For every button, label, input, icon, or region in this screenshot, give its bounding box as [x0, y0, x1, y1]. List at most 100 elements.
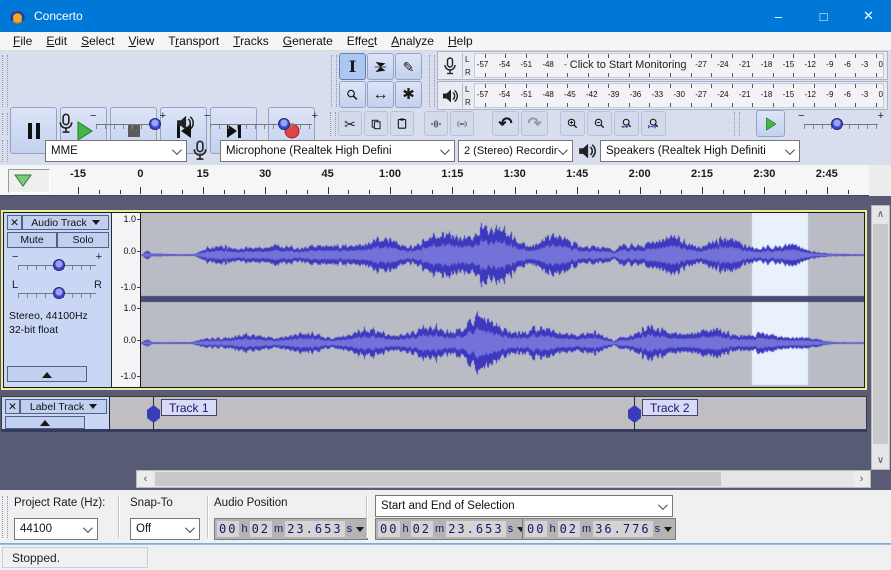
device-toolbar-grip[interactable] [2, 140, 8, 162]
tools-toolbar-grip[interactable] [331, 55, 337, 107]
copy-button[interactable] [364, 111, 388, 136]
time-digits[interactable]: 02 [410, 521, 434, 537]
vertical-scrollbar[interactable]: ∧ ∨ [871, 205, 890, 470]
zoom-in-button[interactable] [560, 111, 585, 136]
silence-audio-button[interactable] [450, 111, 474, 136]
zoom-to-selection-button[interactable] [614, 111, 639, 136]
edit-toolbar-grip[interactable] [330, 112, 336, 136]
solo-button[interactable]: Solo [57, 232, 109, 248]
zoom-tool-button[interactable] [339, 81, 366, 108]
label-text[interactable]: Track 2 [642, 399, 698, 416]
time-digits[interactable]: 02 [557, 521, 581, 537]
envelope-tool-button[interactable] [367, 53, 394, 80]
time-digits[interactable]: 36.776 [593, 521, 653, 537]
mute-button[interactable]: Mute [7, 232, 57, 248]
playback-meter[interactable]: LR -57 -54 -51 -48 -45 -42 -39 -36 -33 -30 -27 -24-… [437, 81, 888, 110]
selection-tool-button[interactable]: I [339, 53, 366, 80]
cut-button[interactable]: ✂ [338, 111, 362, 136]
scroll-right-button[interactable]: › [853, 471, 870, 487]
time-digits[interactable]: 02 [249, 521, 273, 537]
recording-channels-combo[interactable]: 2 (Stereo) Recording Channels [458, 140, 573, 162]
label-track[interactable]: ✕ Label Track Track 1 Track 2 [1, 396, 867, 432]
menu-edit[interactable]: Edit [39, 32, 74, 50]
time-digits[interactable]: 00 [525, 521, 548, 537]
selection-mode-combo[interactable]: Start and End of Selection [375, 495, 673, 517]
playback-volume-slider[interactable]: − + [204, 110, 318, 135]
selection-end-field[interactable]: 00 h 02 m 36.776 s [522, 518, 677, 540]
menu-generate[interactable]: Generate [276, 32, 340, 50]
label-text[interactable]: Track 1 [161, 399, 217, 416]
vertical-scroll-thumb[interactable] [873, 224, 888, 444]
timeline-ruler[interactable]: -15 0 15 30 45 1:00 1:15 1:30 1:45 2:00 2:15 2:30 2:… [0, 165, 891, 360]
undo-button[interactable]: ↶ [492, 111, 519, 136]
menu-file[interactable]: File [6, 32, 39, 50]
waveform-display[interactable] [141, 213, 864, 387]
label-marker-icon[interactable] [147, 405, 160, 423]
snap-to-combo[interactable]: Off [130, 518, 200, 540]
time-dropdown-icon[interactable] [356, 526, 365, 536]
fit-project-button[interactable] [641, 111, 666, 136]
recording-volume-slider[interactable]: − + [90, 110, 166, 135]
draw-tool-button[interactable]: ✎ [395, 53, 422, 80]
audio-position-field[interactable]: 00 h 02 m 23.653 s [214, 518, 369, 540]
horizontal-scroll-thumb[interactable] [155, 472, 721, 486]
playback-meter-scale[interactable]: -57 -54 -51 -48 -45 -42 -39 -36 -33 -30 -27 -24 -21-… [473, 83, 884, 108]
time-digits[interactable]: 23.653 [446, 521, 506, 537]
redo-button[interactable]: ↷ [521, 111, 548, 136]
audio-host-combo[interactable]: MME [45, 140, 187, 162]
recording-meter[interactable]: LR -57-54-51-48-45-42-39-36-33-30-27-24-… [437, 51, 888, 80]
multi-tool-button[interactable]: ✱ [395, 81, 422, 108]
horizontal-scrollbar[interactable]: ‹ › [136, 470, 871, 488]
close-button[interactable]: ✕ [846, 0, 891, 32]
zoom-out-button[interactable] [587, 111, 612, 136]
selection-start-field[interactable]: 00 h 02 m 23.653 s [375, 518, 530, 540]
menu-effect[interactable]: Effect [340, 32, 384, 50]
menu-analyze[interactable]: Analyze [384, 32, 441, 50]
trim-audio-button[interactable] [424, 111, 448, 136]
pinned-playhead-box[interactable] [8, 169, 50, 193]
playback-device-combo[interactable]: Speakers (Realtek High Definiti [600, 140, 800, 162]
meter-tick [649, 54, 651, 58]
label-marker-icon[interactable] [628, 405, 641, 423]
menu-tracks[interactable]: Tracks [226, 32, 276, 50]
scroll-left-button[interactable]: ‹ [137, 471, 154, 487]
collapse-track-button[interactable] [7, 366, 87, 382]
selection-toolbar-grip[interactable] [2, 496, 8, 538]
time-digits[interactable]: 00 [378, 521, 401, 537]
menu-view[interactable]: View [121, 32, 161, 50]
recording-device-combo[interactable]: Microphone (Realtek High Defini [220, 140, 455, 162]
project-rate-combo[interactable]: 44100 [14, 518, 98, 540]
monitoring-overlay-text[interactable]: Click to Start Monitoring [566, 59, 690, 71]
meter-scale-value: -45 [564, 90, 576, 99]
play-speed-slider[interactable]: − + [798, 110, 884, 135]
close-track-button[interactable]: ✕ [7, 215, 22, 230]
menu-transport[interactable]: Transport [161, 32, 226, 50]
scroll-up-button[interactable]: ∧ [872, 206, 889, 223]
gain-slider[interactable]: − + [12, 251, 102, 276]
recording-meter-scale[interactable]: -57-54-51-48-45-42-39-36-33-30-27-24-21-… [473, 53, 884, 78]
collapse-track-button[interactable] [5, 416, 85, 429]
track-title-menu[interactable]: Label Track [20, 399, 107, 414]
paste-button[interactable] [390, 111, 414, 136]
play-speed-thumb[interactable] [830, 118, 843, 130]
play-at-speed-button[interactable] [756, 110, 785, 137]
close-track-button[interactable]: ✕ [5, 399, 20, 414]
waveform-canvas[interactable] [141, 213, 864, 387]
playback-volume-thumb[interactable] [278, 118, 291, 130]
mixer-toolbar-grip[interactable] [2, 113, 8, 135]
scroll-down-button[interactable]: ∨ [872, 452, 889, 469]
maximize-button[interactable]: □ [801, 0, 846, 32]
transcription-toolbar-grip[interactable] [734, 112, 740, 136]
vertical-ruler[interactable]: 1.0 0.0 -1.0 1.0 0.0 -1.0 [112, 213, 141, 387]
time-digits[interactable]: 23.653 [285, 521, 345, 537]
transport-toolbar-grip[interactable] [2, 55, 8, 107]
meter-toolbar-grip[interactable] [429, 55, 435, 107]
menu-help[interactable]: Help [441, 32, 480, 50]
time-dropdown-icon[interactable] [664, 526, 673, 536]
menu-select[interactable]: Select [74, 32, 121, 50]
minimize-button[interactable]: – [756, 0, 801, 32]
track-title-menu[interactable]: Audio Track [22, 215, 109, 230]
time-digits[interactable]: 00 [217, 521, 240, 537]
pan-slider[interactable]: L R [12, 279, 102, 304]
timeshift-tool-button[interactable]: ↔ [367, 81, 394, 108]
